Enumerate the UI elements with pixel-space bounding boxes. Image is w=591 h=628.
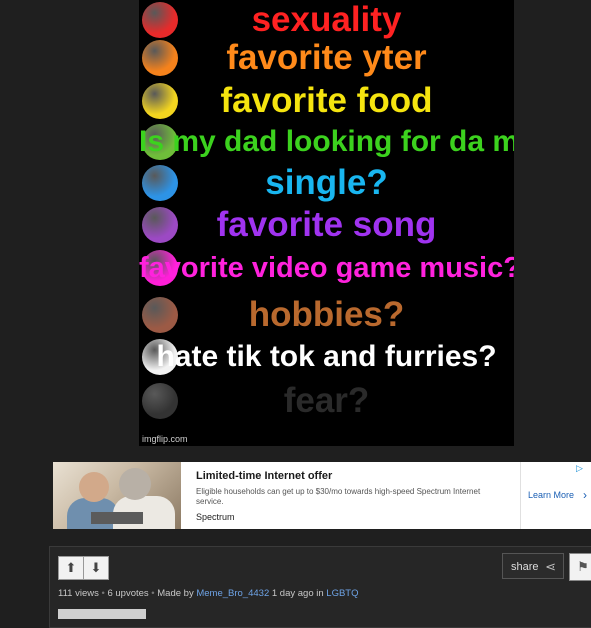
share-label: share xyxy=(511,561,539,573)
meme-text: hobbies? xyxy=(248,295,405,334)
post-meta: 111 views • 6 upvotes • Made by Meme_Bro… xyxy=(58,588,359,599)
ad-learn-more-link[interactable]: Learn More xyxy=(528,490,574,500)
meme-text: favorite yter xyxy=(226,38,427,77)
meme-text: hate tik tok and furries? xyxy=(156,340,497,373)
share-button[interactable]: share ⋖ xyxy=(502,553,564,579)
flag-button[interactable]: ⚑ xyxy=(569,553,591,581)
meme-text: favorite song xyxy=(216,205,437,244)
downvote-button[interactable]: ⬇ xyxy=(83,556,109,580)
meme-text: fear? xyxy=(283,381,370,420)
post-time: 1 day ago in xyxy=(271,588,324,599)
ad-photo[interactable] xyxy=(53,462,181,529)
meme-image: sexuality favorite yter favorite food Is my… xyxy=(139,0,514,446)
imgflip-watermark: imgflip.com xyxy=(142,434,188,444)
ad-divider xyxy=(520,462,521,529)
ad-body: Eligible households can get up to $30/mo… xyxy=(196,487,481,506)
chevron-right-icon[interactable]: › xyxy=(583,488,587,502)
stream-link[interactable]: LGBTQ xyxy=(326,588,358,599)
meme-text: single? xyxy=(265,163,388,202)
share-icon: ⋖ xyxy=(545,559,556,574)
upvote-button[interactable]: ⬆ xyxy=(58,556,84,580)
meme-text: sexuality xyxy=(251,0,402,39)
arrow-down-icon: ⬇ xyxy=(90,560,102,575)
made-by-label: Made by xyxy=(157,588,194,599)
author-link[interactable]: Meme_Bro_4432 xyxy=(196,588,269,599)
meme-text: favorite food xyxy=(220,81,433,120)
ad-headline[interactable]: Limited-time Internet offer xyxy=(196,470,332,482)
views-count: 111 views xyxy=(58,588,99,599)
upvotes-count: 6 upvotes xyxy=(107,588,149,599)
tag-bar[interactable] xyxy=(58,609,146,619)
flag-icon: ⚑ xyxy=(577,559,589,574)
meme-text: Is my dad looking for da milk xyxy=(139,125,514,158)
post-panel: ⬆ ⬇ share ⋖ ⚑ 111 views • 6 upvotes • Ma… xyxy=(49,546,591,628)
advertisement[interactable]: Limited-time Internet offer Eligible hou… xyxy=(53,462,591,529)
arrow-up-icon: ⬆ xyxy=(65,560,77,575)
ad-brand: Spectrum xyxy=(196,512,235,522)
adchoices-icon[interactable]: ▷ xyxy=(576,463,583,474)
meme-text: favorite video game music? xyxy=(139,252,514,284)
